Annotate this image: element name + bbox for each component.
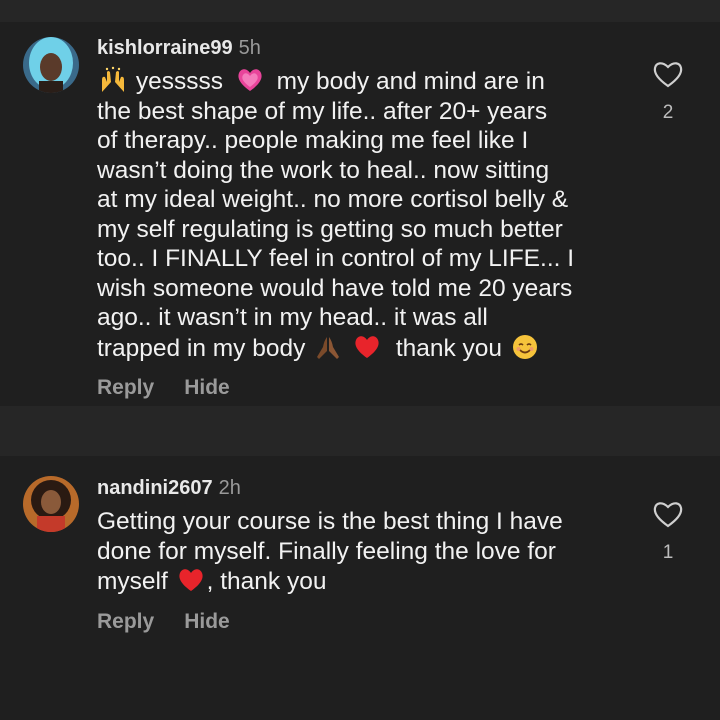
comment-line: my self regulating is getting so much be… (97, 215, 563, 243)
timestamp: 2h (218, 477, 241, 499)
folded-hands-emoji-icon (314, 333, 342, 361)
reply-button[interactable]: Reply (97, 376, 154, 400)
comment-text: Getting your course is the best thing I … (97, 507, 637, 597)
red-heart-emoji-icon (177, 566, 205, 594)
username[interactable]: kishlorraine99 (97, 37, 233, 59)
comment-line: the best shape of my life.. after 20+ ye… (97, 97, 548, 125)
hide-button[interactable]: Hide (184, 610, 230, 634)
comment-line: wish someone would have told me 20 years (97, 274, 573, 302)
like-control: 2 (650, 58, 686, 124)
comment-line: Getting your course is the best thing I … (97, 508, 563, 535)
comment-line: too.. I FINALLY feel in control of my LI… (97, 245, 575, 272)
comment-line: wasn’t doing the work to heal.. now sitt… (97, 156, 550, 184)
comment-line: myself , thank you (97, 566, 327, 595)
comment-text: yesssss my body and mind are in the best… (97, 66, 637, 363)
raising-hands-emoji-icon (99, 66, 127, 94)
comment-actions: Reply Hide (97, 376, 260, 400)
comment-line: trapped in my body thank you (97, 333, 637, 364)
username[interactable]: nandini2607 (97, 477, 213, 499)
comment-line: at my ideal weight.. no more cortisol be… (97, 186, 569, 213)
comment-line: ago.. it wasn’t in my head.. it was all (97, 304, 488, 331)
avatar[interactable] (23, 37, 79, 93)
comment-line: done for myself. Finally feeling the lov… (97, 537, 556, 565)
comment-line: yesssss my body and mind are in (97, 66, 637, 97)
comment-line: of therapy.. people making me feel like … (97, 127, 529, 154)
smiling-face-emoji-icon (511, 333, 539, 361)
heart-outline-icon[interactable] (651, 58, 685, 90)
heart-outline-icon[interactable] (651, 498, 685, 530)
timestamp: 5h (238, 37, 261, 59)
pink-heart-emoji-icon (236, 66, 264, 94)
comment-item: nandini2607 2h Getting your course is the… (0, 456, 720, 720)
comment-item: kishlorraine99 5h yesssss my body and min… (0, 22, 720, 406)
avatar[interactable] (23, 476, 79, 532)
red-heart-emoji-icon (353, 333, 381, 361)
like-count: 2 (662, 102, 674, 123)
like-control: 1 (650, 498, 686, 564)
comment-header: nandini2607 2h (97, 476, 241, 500)
hide-button[interactable]: Hide (184, 376, 230, 400)
reply-button[interactable]: Reply (97, 610, 154, 634)
comment-actions: Reply Hide (97, 610, 260, 634)
comment-header: kishlorraine99 5h (97, 36, 261, 60)
like-count: 1 (662, 542, 674, 563)
